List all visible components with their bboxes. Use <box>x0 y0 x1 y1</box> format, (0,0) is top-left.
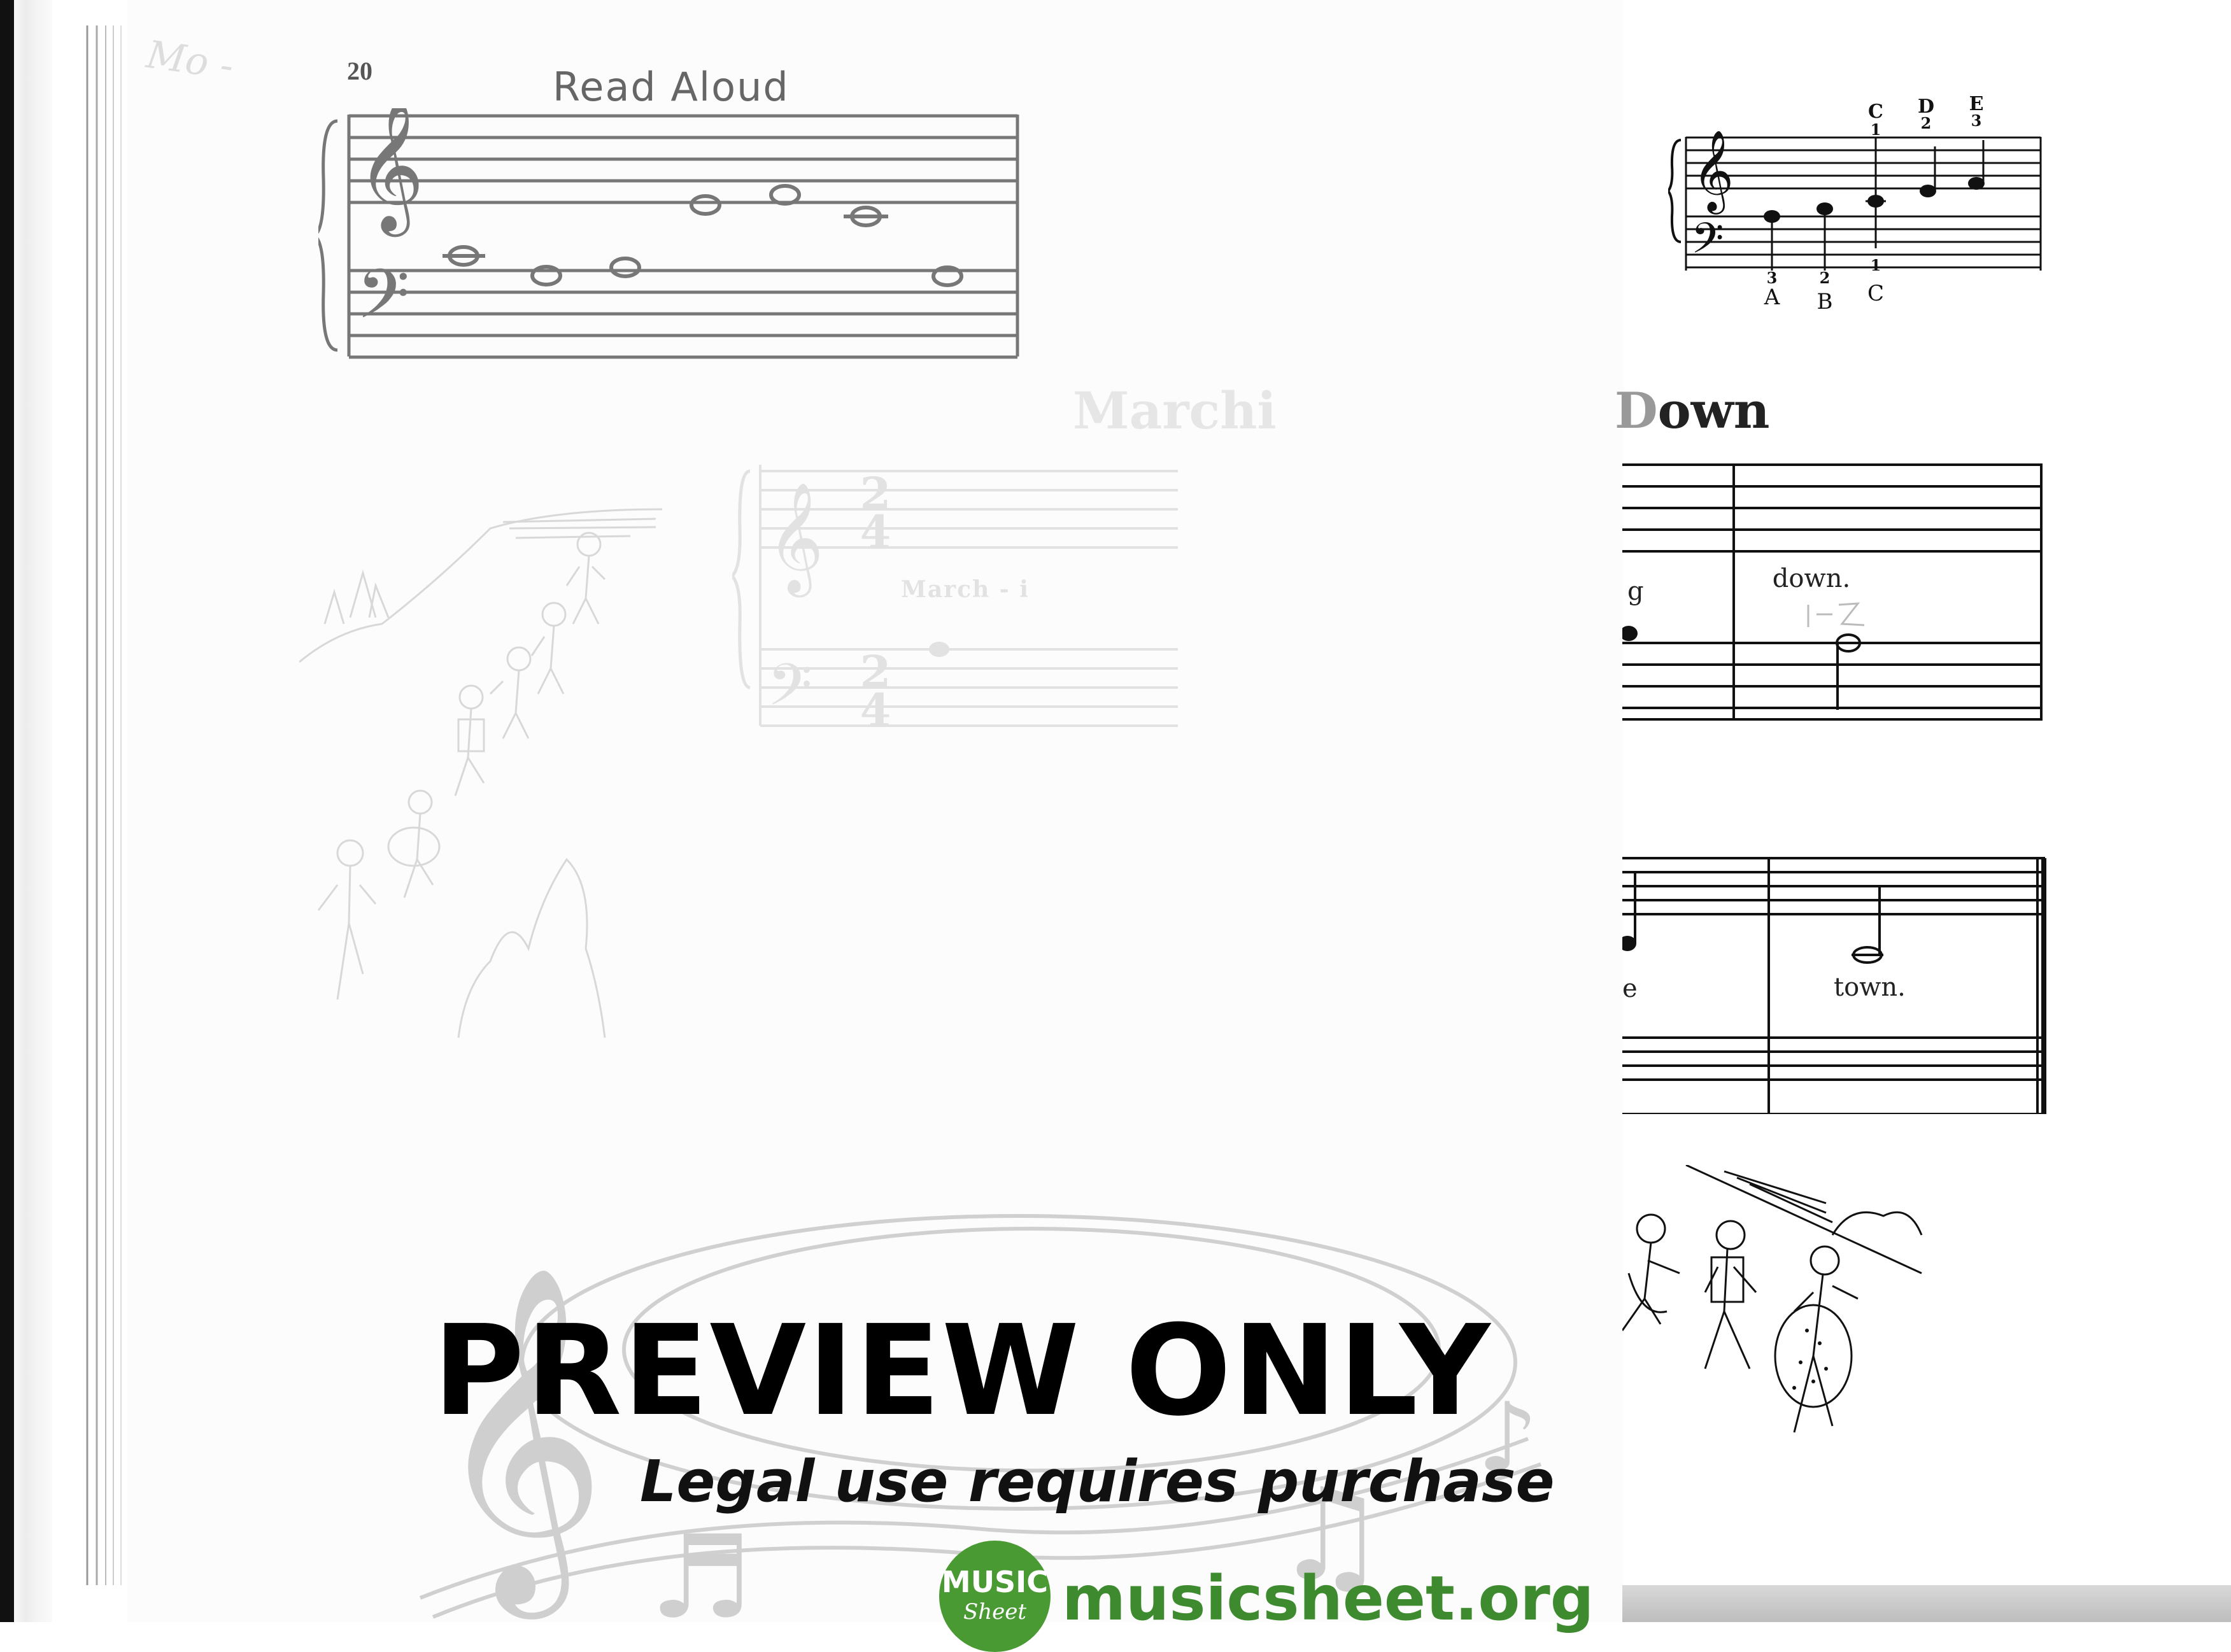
bass-clef-icon: 𝄢 <box>357 254 410 351</box>
song-lyric: g <box>1627 577 1644 606</box>
finger-number: 3 <box>1971 111 1982 130</box>
bass-clef-icon: 𝄢 <box>767 651 812 732</box>
watermark-subtitle: Legal use requires purchase <box>640 1448 1555 1515</box>
treble-clef-icon: 𝄞 <box>357 108 424 237</box>
song-staff-system-1: down. g <box>1622 463 2043 721</box>
watermark-site-link[interactable]: musicsheet.org <box>1062 1563 1594 1634</box>
bass-clef-icon: 𝄢 <box>1691 214 1724 273</box>
note-label-bottom: C <box>1867 281 1884 306</box>
finger-number: 2 <box>1820 269 1831 287</box>
whole-note <box>609 257 641 278</box>
musicsheet-logo-badge[interactable]: MUSIC Sheet <box>939 1541 1051 1652</box>
note-label-top: C <box>1868 101 1883 123</box>
scan-shadow-bar <box>1622 1585 2231 1622</box>
page-number: 20 <box>347 57 372 85</box>
song-title-faded: Marchi <box>1073 381 1277 441</box>
read-aloud-grand-staff: 𝄞 𝄢 <box>318 108 1019 359</box>
book-spine-edge <box>0 0 14 1622</box>
watermark-title: PREVIEW ONLY <box>433 1299 1492 1444</box>
song-title: Down <box>1615 382 1770 440</box>
children-marching-illustration <box>299 508 663 1038</box>
finger-number: 2 <box>1921 114 1932 132</box>
song-lyric: down. <box>1773 564 1850 593</box>
children-walking-illustration <box>1622 1165 1923 1433</box>
song-lyric: e <box>1622 974 1638 1003</box>
song-lyric: town. <box>1834 973 1906 1002</box>
whole-note <box>690 194 721 216</box>
note-label-bottom: A <box>1764 285 1780 310</box>
badge-text: Sheet <box>963 1599 1027 1625</box>
treble-clef-icon: 𝄞 <box>767 482 824 598</box>
note-label-bottom: B <box>1817 289 1833 314</box>
music-note-icon: ♬ <box>649 1511 752 1622</box>
song-title-text: own <box>1657 382 1770 440</box>
finger-number: 1 <box>1871 120 1881 139</box>
page-edge-strip <box>14 0 52 1622</box>
song-lyric-faded: March - i <box>901 576 1030 603</box>
time-signature: 4 <box>860 684 891 732</box>
time-signature: 4 <box>860 505 891 558</box>
treble-clef-icon: 𝄞 <box>1692 129 1734 215</box>
finger-number: 1 <box>1871 256 1881 274</box>
read-aloud-title: Read Aloud <box>553 64 790 110</box>
note-position-chart: 𝄞 𝄢 C D E 1 2 3 3 2 1 A B C <box>1668 93 2042 314</box>
badge-text: MUSIC <box>941 1565 1049 1599</box>
